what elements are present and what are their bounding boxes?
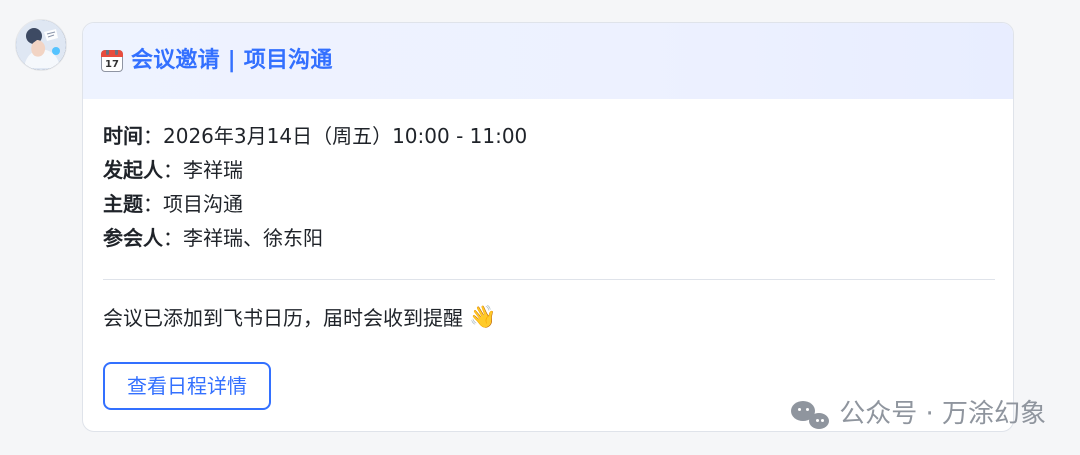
subject-row: 主题：项目沟通 bbox=[103, 187, 993, 221]
attendees-separator: ： bbox=[163, 226, 183, 250]
card-header: 17 会议邀请 | 项目沟通 bbox=[83, 23, 1013, 99]
organizer-value: 李祥瑞 bbox=[183, 158, 243, 182]
time-separator: ： bbox=[143, 124, 163, 148]
calendar-ring-left bbox=[106, 50, 109, 55]
time-row: 时间：2026年3月14日（周五）10:00 - 11:00 bbox=[103, 119, 993, 153]
calendar-note: 会议已添加到飞书日历，届时会收到提醒 👋 bbox=[103, 302, 993, 334]
card-body: 时间：2026年3月14日（周五）10:00 - 11:00 发起人：李祥瑞 主… bbox=[83, 99, 1013, 410]
wechat-bubble-small bbox=[809, 413, 830, 429]
attendees-row: 参会人：李祥瑞、徐东阳 bbox=[103, 221, 993, 255]
wave-icon: 👋 bbox=[469, 305, 497, 330]
organizer-separator: ： bbox=[163, 158, 183, 182]
calendar-icon-top bbox=[101, 50, 123, 57]
avatar-image bbox=[16, 20, 66, 70]
watermark-text: 公众号 · 万涂幻象 bbox=[839, 399, 1046, 429]
calendar-note-text: 会议已添加到飞书日历，届时会收到提醒 bbox=[103, 306, 463, 330]
message-stage: 17 会议邀请 | 项目沟通 时间：2026年3月14日（周五）10:00 - … bbox=[0, 0, 1080, 455]
subject-separator: ： bbox=[143, 192, 163, 216]
subject-label: 主题 bbox=[103, 192, 143, 216]
attendees-label: 参会人 bbox=[103, 226, 163, 250]
organizer-label: 发起人 bbox=[103, 158, 163, 182]
view-schedule-button[interactable]: 查看日程详情 bbox=[103, 362, 271, 410]
attendees-value: 李祥瑞、徐东阳 bbox=[183, 226, 323, 250]
section-divider bbox=[103, 279, 995, 280]
watermark: 公众号 · 万涂幻象 bbox=[791, 399, 1046, 429]
card-title: 会议邀请 | 项目沟通 bbox=[131, 48, 333, 73]
calendar-icon: 17 bbox=[101, 50, 123, 72]
time-value: 2026年3月14日（周五）10:00 - 11:00 bbox=[163, 124, 528, 148]
calendar-day: 17 bbox=[105, 59, 119, 70]
time-label: 时间 bbox=[103, 124, 143, 148]
avatar bbox=[16, 20, 66, 70]
meeting-invite-card: 17 会议邀请 | 项目沟通 时间：2026年3月14日（周五）10:00 - … bbox=[82, 22, 1014, 432]
organizer-row: 发起人：李祥瑞 bbox=[103, 153, 993, 187]
calendar-ring-right bbox=[115, 50, 118, 55]
wechat-icon bbox=[791, 399, 830, 429]
subject-value: 项目沟通 bbox=[163, 192, 243, 216]
